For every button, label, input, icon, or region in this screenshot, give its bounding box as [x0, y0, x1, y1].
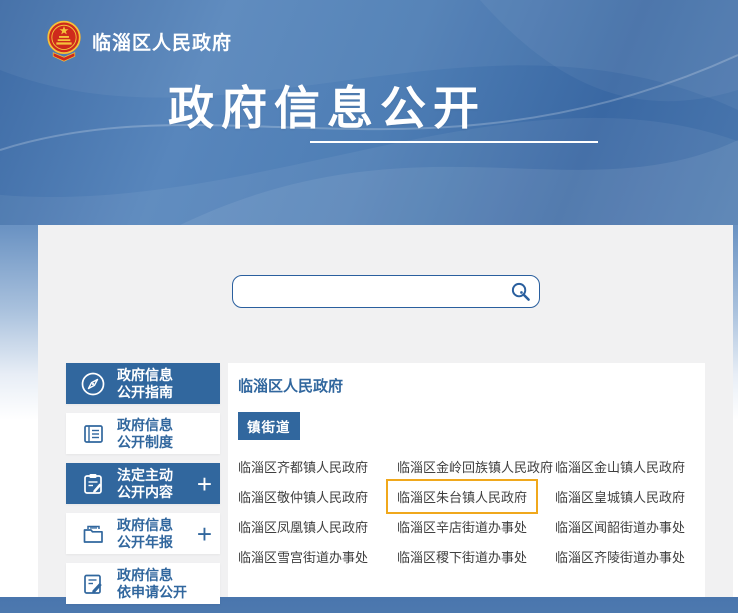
- link-cell: 临淄区齐陵街道办事处: [555, 547, 705, 567]
- plus-icon[interactable]: +: [197, 521, 212, 547]
- sidebar-item-label: 政府信息依申请公开: [117, 567, 187, 601]
- sidebar-item-4[interactable]: 政府信息公开年报 +: [66, 513, 220, 554]
- gov-link[interactable]: 临淄区齐陵街道办事处: [555, 550, 685, 565]
- banner-title: 政府信息公开: [168, 72, 486, 138]
- link-cell: 临淄区金山镇人民政府: [555, 457, 705, 477]
- search-input[interactable]: [233, 276, 510, 307]
- sidebar-item-5[interactable]: 政府信息依申请公开: [66, 563, 220, 604]
- site-name: 临淄区人民政府: [92, 28, 232, 55]
- gov-link[interactable]: 临淄区闻韶街道办事处: [555, 520, 685, 535]
- gov-link[interactable]: 临淄区稷下街道办事处: [397, 550, 527, 565]
- compass-icon: [79, 370, 106, 397]
- gov-link[interactable]: 临淄区皇城镇人民政府: [555, 490, 685, 505]
- document-list-icon: [79, 420, 106, 447]
- folder-icon: [79, 520, 106, 547]
- gov-link[interactable]: 临淄区凤凰镇人民政府: [238, 520, 368, 535]
- national-emblem-icon: [46, 18, 82, 64]
- plus-icon[interactable]: +: [197, 471, 212, 497]
- gov-link[interactable]: 临淄区雪宫街道办事处: [238, 550, 368, 565]
- gov-link[interactable]: 临淄区辛店街道办事处: [397, 520, 527, 535]
- gov-link[interactable]: 临淄区齐都镇人民政府: [238, 460, 368, 475]
- sidebar-item-label: 政府信息公开制度: [117, 417, 173, 451]
- main-content: 临淄区人民政府 镇街道 临淄区齐都镇人民政府 临淄区金岭回族镇人民政府临淄区金山镇…: [228, 363, 705, 597]
- sidebar-item-3[interactable]: 法定主动公开内容 +: [66, 463, 220, 504]
- gov-link[interactable]: 临淄区金山镇人民政府: [555, 460, 685, 475]
- sidebar: 政府信息公开指南政府信息公开制度法定主动公开内容 + 政府信息公开年报 + 政府信息依申…: [66, 363, 220, 613]
- sidebar-item-label: 政府信息公开年报: [117, 517, 173, 551]
- sidebar-item-label: 法定主动公开内容: [117, 467, 173, 501]
- link-cell: 临淄区稷下街道办事处: [397, 547, 555, 567]
- sidebar-item-2[interactable]: 政府信息公开制度: [66, 413, 220, 454]
- link-cell: 临淄区金岭回族镇人民政府: [397, 457, 555, 477]
- link-cell: 临淄区朱台镇人民政府: [397, 487, 555, 507]
- gov-link[interactable]: 临淄区敬仲镇人民政府: [238, 490, 368, 505]
- banner-title-underline: [310, 141, 598, 143]
- document-pen-icon: [79, 570, 106, 597]
- brand: 临淄区人民政府: [46, 18, 232, 64]
- link-cell: 临淄区敬仲镇人民政府: [238, 487, 397, 507]
- section-badge-towns: 镇街道: [238, 412, 300, 440]
- link-cell: 临淄区闻韶街道办事处: [555, 517, 705, 537]
- link-cell: 临淄区雪宫街道办事处: [238, 547, 397, 567]
- link-cell: 临淄区凤凰镇人民政府: [238, 517, 397, 537]
- town-links-grid: 临淄区齐都镇人民政府 临淄区金岭回族镇人民政府临淄区金山镇人民政府临淄区敬仲镇人民…: [238, 452, 705, 572]
- top-government-link[interactable]: 临淄区人民政府: [238, 375, 343, 396]
- search-bar: [232, 275, 540, 308]
- sidebar-item-label: 政府信息公开指南: [117, 367, 173, 401]
- search-icon: [510, 281, 531, 302]
- header-banner: 临淄区人民政府 政府信息公开: [0, 0, 738, 225]
- search-button[interactable]: [510, 281, 539, 302]
- content-panel: 政府信息公开指南政府信息公开制度法定主动公开内容+政府信息公开年报+政府信息依申…: [38, 225, 733, 597]
- highlighted-gov-link[interactable]: 临淄区朱台镇人民政府: [386, 479, 538, 514]
- link-cell: 临淄区皇城镇人民政府: [555, 487, 705, 507]
- sidebar-item-1[interactable]: 政府信息公开指南: [66, 363, 220, 404]
- link-cell: 临淄区齐都镇人民政府: [238, 457, 397, 477]
- link-cell: 临淄区辛店街道办事处: [397, 517, 555, 537]
- gov-link[interactable]: 临淄区金岭回族镇人民政府: [397, 460, 553, 475]
- clipboard-pen-icon: [79, 470, 106, 497]
